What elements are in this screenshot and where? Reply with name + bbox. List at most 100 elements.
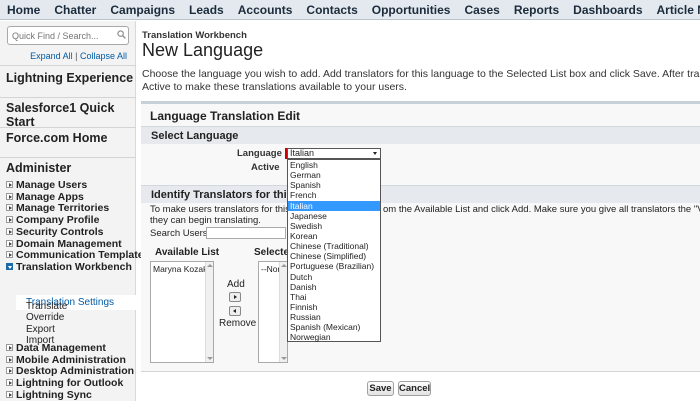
- expand-icon[interactable]: [6, 216, 13, 224]
- tab-home[interactable]: Home: [0, 0, 47, 19]
- list-item[interactable]: Maryna Kozak: [153, 264, 211, 274]
- sidebar-item-translation-workbench[interactable]: Translation Workbench: [6, 261, 132, 273]
- translators-instructions: To make users translators for this la th…: [150, 204, 300, 226]
- cancel-button[interactable]: Cancel: [398, 381, 431, 396]
- sidebar-item-override[interactable]: Override: [26, 312, 64, 323]
- scroll-up-icon[interactable]: [207, 264, 213, 267]
- language-option-english[interactable]: English: [288, 160, 380, 170]
- language-option-danish[interactable]: Danish: [288, 282, 380, 292]
- expand-icon[interactable]: [6, 367, 13, 375]
- tab-accounts[interactable]: Accounts: [231, 0, 300, 19]
- sidebar-item-lightning-for-outlook[interactable]: Lightning for Outlook: [6, 377, 123, 389]
- language-option-swedish[interactable]: Swedish: [288, 221, 380, 231]
- expand-icon[interactable]: [6, 181, 13, 188]
- sidebar-item-desktop-administration[interactable]: Desktop Administration: [6, 365, 134, 377]
- remove-arrow-button[interactable]: [229, 306, 241, 316]
- add-label: Add: [227, 279, 245, 290]
- sidebar-item-label: Security Controls: [16, 225, 104, 238]
- tab-reports[interactable]: Reports: [507, 0, 566, 19]
- expand-icon[interactable]: [6, 227, 13, 235]
- quick-find-input[interactable]: [7, 26, 129, 45]
- sidebar-item-label: Company Profile: [16, 214, 100, 227]
- tab-opportunities[interactable]: Opportunities: [365, 0, 458, 19]
- sidebar-item-company-profile[interactable]: Company Profile: [6, 214, 99, 226]
- language-option-chinese-simplified[interactable]: Chinese (Simplified): [288, 251, 380, 261]
- search-users-input[interactable]: [206, 227, 286, 239]
- expand-icon[interactable]: [6, 251, 13, 259]
- sidebar-item-label: Lightning for Outlook: [16, 377, 124, 390]
- language-label: Language: [237, 148, 282, 159]
- language-option-chinese-traditional[interactable]: Chinese (Traditional): [288, 241, 380, 251]
- sidebar-item-manage-users[interactable]: Manage Users: [6, 179, 87, 191]
- expand-all-link[interactable]: Expand All: [30, 51, 73, 61]
- language-option-japanese[interactable]: Japanese: [288, 211, 380, 221]
- language-option-dutch[interactable]: Dutch: [288, 272, 380, 282]
- language-option-russian[interactable]: Russian: [288, 312, 380, 322]
- expand-icon[interactable]: [6, 344, 13, 351]
- language-option-finnish[interactable]: Finnish: [288, 302, 380, 312]
- save-button[interactable]: Save: [367, 381, 394, 396]
- tab-contacts[interactable]: Contacts: [299, 0, 364, 19]
- language-option-norwegian[interactable]: Norwegian: [288, 332, 380, 342]
- sidebar-item-manage-territories[interactable]: Manage Territories: [6, 202, 109, 214]
- expand-icon[interactable]: [6, 239, 13, 247]
- language-option-german[interactable]: German: [288, 170, 380, 180]
- sidebar-item-domain-management[interactable]: Domain Management: [6, 238, 122, 250]
- scroll-down-icon[interactable]: [207, 357, 213, 360]
- sidebar-item-translate[interactable]: Translate: [26, 301, 67, 312]
- scrollbar[interactable]: [205, 262, 213, 362]
- tab-article-management[interactable]: Article Management: [650, 0, 700, 19]
- sidebar-item-mobile-administration[interactable]: Mobile Administration: [6, 354, 126, 366]
- language-option-french[interactable]: French: [288, 190, 380, 200]
- language-translation-edit-panel: Language Translation Edit Select Languag…: [141, 101, 700, 401]
- language-select[interactable]: Italian: [287, 148, 381, 159]
- sidebar-item-export[interactable]: Export: [26, 324, 55, 335]
- link-separator: |: [75, 51, 78, 61]
- expand-icon[interactable]: [6, 355, 13, 363]
- selected-list-box[interactable]: --None--: [258, 261, 293, 363]
- sidebar-section-lightning-experience[interactable]: Lightning Experience: [0, 65, 136, 90]
- expand-icon[interactable]: [6, 192, 13, 200]
- sidebar-section-forcecom-home[interactable]: Force.com Home: [0, 127, 136, 152]
- language-dropdown-list[interactable]: English German Spanish French Italian Japanes…: [287, 159, 381, 342]
- expand-icon[interactable]: [6, 204, 13, 212]
- available-list-label: Available List: [155, 247, 220, 258]
- expand-icon[interactable]: [6, 379, 13, 387]
- language-option-spanish[interactable]: Spanish: [288, 180, 380, 190]
- language-option-thai[interactable]: Thai: [288, 292, 380, 302]
- sidebar-section-salesforce1-quick-start[interactable]: Salesforce1 Quick Start: [0, 97, 136, 129]
- tab-cases[interactable]: Cases: [457, 0, 506, 19]
- instructions-line: they can begin translating.: [150, 215, 261, 226]
- identify-translators-header: Identify Translators for this La: [141, 185, 700, 203]
- instructions-line: Choose the language you wish to add. Add…: [142, 68, 700, 80]
- collapse-icon[interactable]: [6, 262, 13, 270]
- tab-chatter[interactable]: Chatter: [47, 0, 103, 19]
- sidebar-item-lightning-sync[interactable]: Lightning Sync: [6, 389, 92, 401]
- top-nav-bar: Home Chatter Campaigns Leads Accounts Contact…: [0, 0, 700, 20]
- language-option-italian[interactable]: Italian: [288, 200, 380, 211]
- language-option-portuguese-brazilian[interactable]: Portuguese (Brazilian): [288, 261, 380, 271]
- tab-campaigns[interactable]: Campaigns: [103, 0, 182, 19]
- sidebar-item-label: Lightning Sync: [16, 388, 92, 401]
- sidebar-item-label: Manage Apps: [16, 190, 84, 203]
- collapse-all-link[interactable]: Collapse All: [80, 51, 127, 61]
- tab-leads[interactable]: Leads: [182, 0, 231, 19]
- available-list-box[interactable]: Maryna Kozak: [150, 261, 214, 363]
- sidebar-item-communication-templates[interactable]: Communication Templates: [6, 249, 149, 261]
- active-label: Active: [251, 162, 280, 173]
- sidebar-item-data-management[interactable]: Data Management: [6, 342, 106, 354]
- add-arrow-button[interactable]: [229, 292, 241, 302]
- scroll-down-icon[interactable]: [281, 357, 287, 360]
- select-language-header: Select Language: [141, 126, 700, 144]
- language-option-spanish-mexican[interactable]: Spanish (Mexican): [288, 322, 380, 332]
- language-option-korean[interactable]: Korean: [288, 231, 380, 241]
- sidebar-item-label: Manage Territories: [16, 202, 110, 215]
- tab-dashboards[interactable]: Dashboards: [566, 0, 649, 19]
- expand-icon[interactable]: [6, 390, 13, 398]
- sidebar-item-security-controls[interactable]: Security Controls: [6, 226, 104, 238]
- search-users-label: Search Users: [150, 228, 208, 239]
- sidebar-item-label: Desktop Administration: [16, 365, 135, 378]
- scrollbar[interactable]: [279, 262, 287, 362]
- sidebar-item-label: Mobile Administration: [16, 353, 126, 366]
- sidebar-item-manage-apps[interactable]: Manage Apps: [6, 191, 84, 203]
